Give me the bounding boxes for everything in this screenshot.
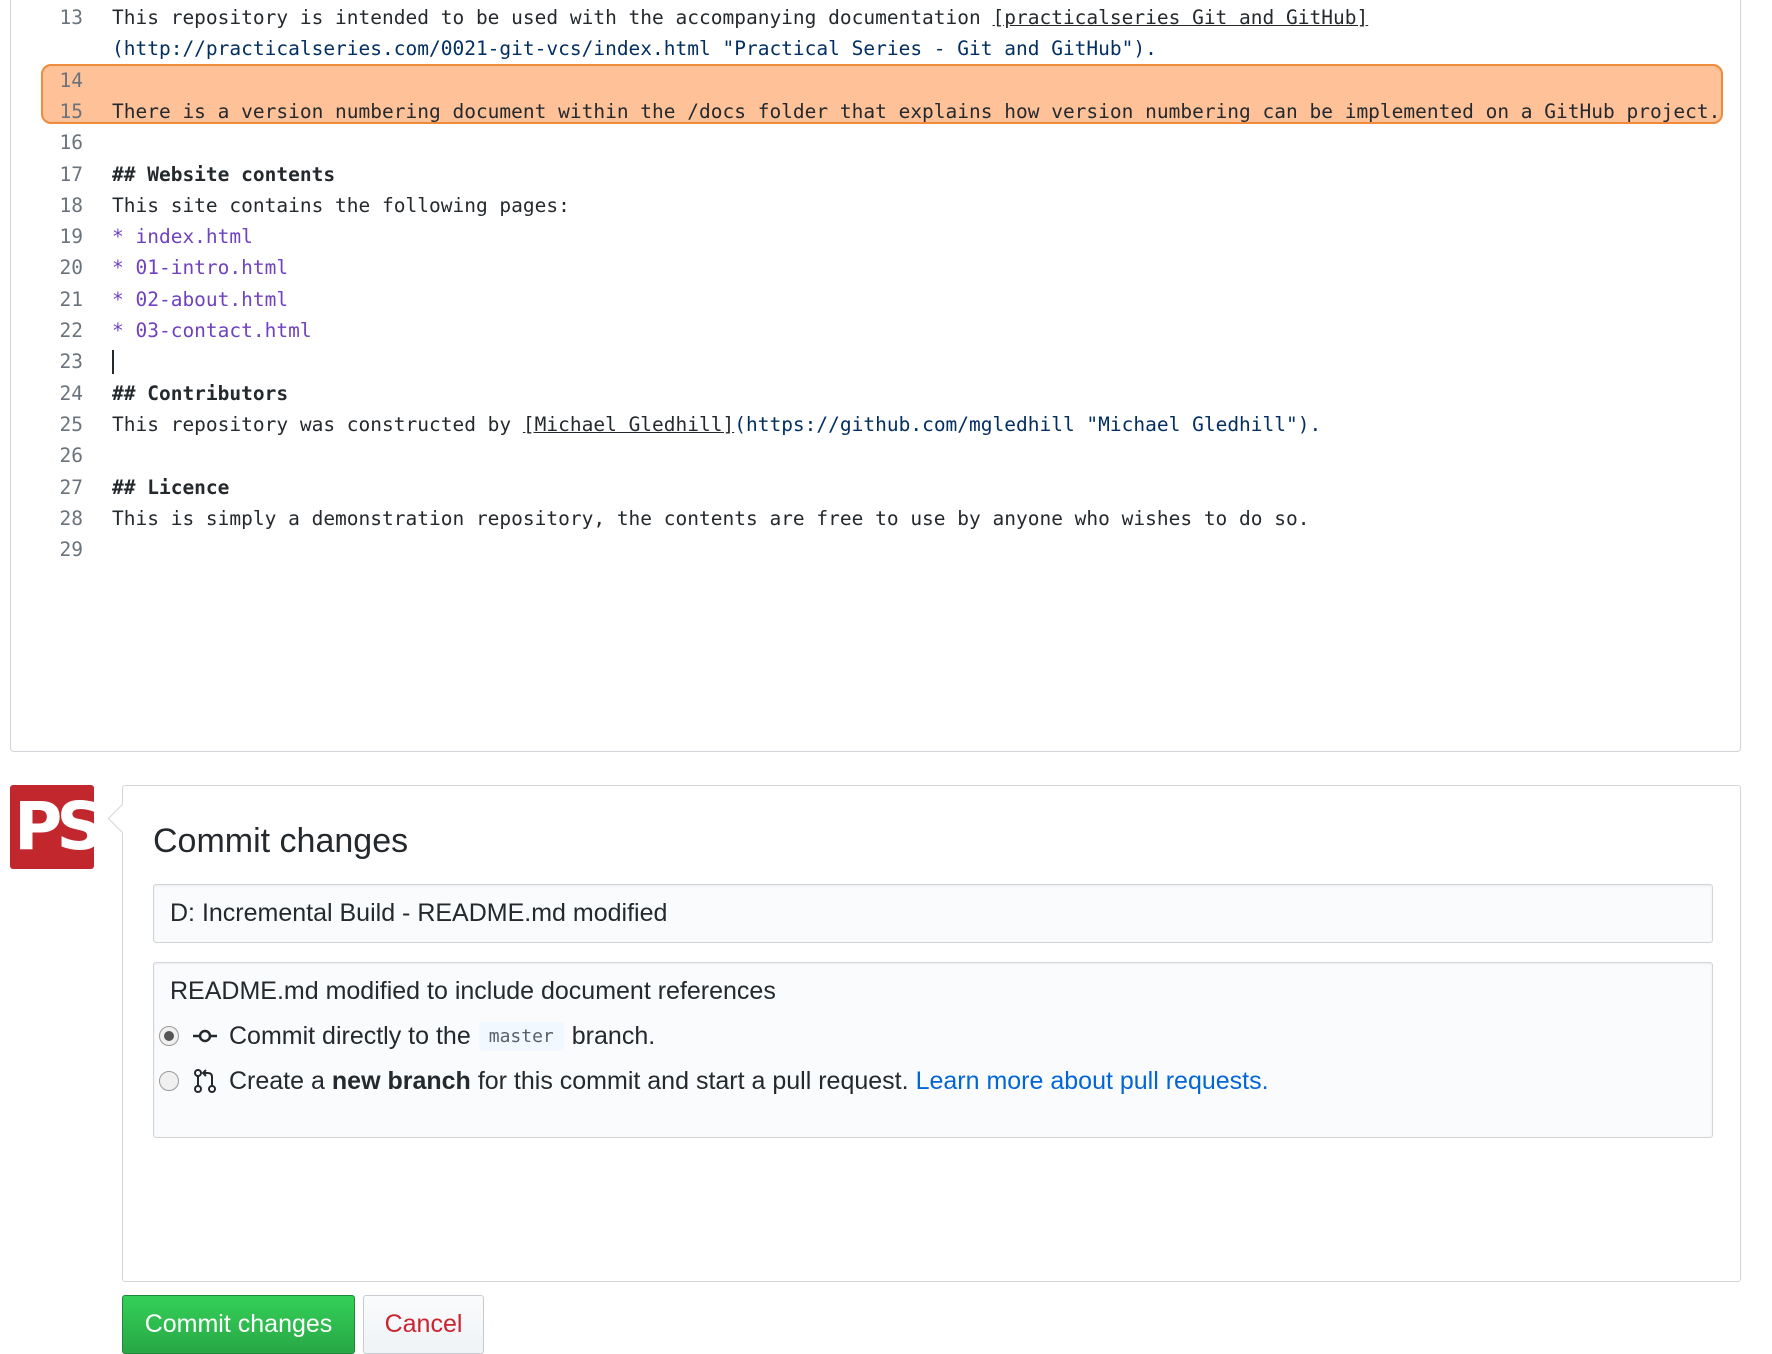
- learn-more-pull-requests-link[interactable]: Learn more about pull requests.: [916, 1067, 1269, 1096]
- new-branch-prefix: Create a: [229, 1066, 325, 1095]
- avatar: PS: [10, 785, 94, 869]
- commit-direct-label: Commit directly to the: [229, 1021, 471, 1050]
- commit-direct-radio[interactable]: [159, 1026, 179, 1046]
- code-line[interactable]: 17 ## Website contents: [11, 159, 1740, 190]
- code-segment: [practicalseries Git and GitHub]: [992, 6, 1369, 29]
- commit-direct-option[interactable]: Commit directly to the master branch.: [153, 1018, 655, 1054]
- code-segment: * index.html: [112, 225, 253, 249]
- code-line[interactable]: 14: [11, 65, 1740, 96]
- code-segment: (https://github.com/mgledhill "Michael G…: [734, 412, 1322, 436]
- line-number: 21: [59, 287, 83, 311]
- code-segment: * 03-contact.html: [112, 319, 312, 342]
- code-line[interactable]: 25 This repository was constructed by [Mi…: [11, 409, 1740, 440]
- panel-pointer: [107, 803, 138, 834]
- code-line[interactable]: 27 ## Licence: [11, 472, 1740, 503]
- code-line[interactable]: 29: [11, 534, 1740, 565]
- cancel-button[interactable]: Cancel: [363, 1295, 484, 1354]
- code-segment: [Michael Gledhill]: [522, 412, 735, 436]
- code-line[interactable]: 21 * 02-about.html: [11, 284, 1740, 315]
- line-content: ## Licence: [112, 472, 229, 503]
- line-number: 13: [59, 6, 83, 29]
- code-segment: * 02-about.html: [112, 287, 289, 311]
- line-number: 26: [59, 444, 83, 468]
- line-content: ## Website contents: [112, 159, 335, 190]
- commit-changes-button[interactable]: Commit changes: [122, 1295, 355, 1354]
- code-segment: * 01-intro.html: [112, 256, 289, 280]
- code-line[interactable]: 28 This is simply a demonstration reposit…: [11, 503, 1740, 534]
- line-content: This repository was constructed by [Mich…: [112, 409, 1321, 440]
- line-number: 16: [59, 131, 83, 155]
- code-segment: This repository is intended to be used w…: [112, 6, 993, 29]
- line-content: * 01-intro.html: [112, 252, 288, 283]
- code-segment: (http://practicalseries.com/0021-git-vcs…: [112, 37, 1157, 61]
- line-number: 28: [59, 506, 83, 530]
- code-line[interactable]: 19 * index.html: [11, 221, 1740, 252]
- line-content: ## Contributors: [112, 378, 288, 409]
- code-segment: ## Website contents: [112, 162, 336, 186]
- commit-panel: Commit changes README.md modified to inc…: [107, 785, 1741, 1282]
- code-segment: This is simply a demonstration repositor…: [112, 506, 1310, 530]
- code-line[interactable]: 16: [11, 127, 1740, 158]
- git-pull-request-icon: [194, 1069, 216, 1093]
- commit-summary-input[interactable]: [153, 884, 1713, 943]
- line-number: 18: [59, 193, 83, 217]
- code-segment: This repository was constructed by: [112, 412, 523, 436]
- code-segment: ## Contributors: [112, 381, 289, 405]
- branch-name-badge: master: [478, 1021, 564, 1051]
- code-line[interactable]: 13 This repository is intended to be used…: [11, 2, 1740, 33]
- code-line[interactable]: 24 ## Contributors: [11, 378, 1740, 409]
- line-number: 27: [59, 475, 83, 499]
- line-content: This is simply a demonstration repositor…: [112, 503, 1309, 534]
- new-branch-option[interactable]: Create a new branch for this commit and …: [153, 1063, 1269, 1099]
- code-editor[interactable]: 13 This repository is intended to be used…: [10, 0, 1741, 752]
- line-number: 29: [59, 538, 83, 562]
- code-line[interactable]: 22 * 03-contact.html: [11, 315, 1740, 346]
- code-segment: This site contains the following pages:: [112, 193, 570, 217]
- line-content: * 03-contact.html: [112, 315, 312, 346]
- git-commit-icon: [193, 1029, 217, 1043]
- code-segment: ## Licence: [112, 475, 230, 499]
- line-number: 20: [59, 256, 83, 280]
- line-content: (http://practicalseries.com/0021-git-vcs…: [112, 33, 1157, 64]
- code-line[interactable]: 23: [11, 346, 1740, 377]
- avatar-logo-text: PS: [14, 788, 94, 865]
- line-content: This repository is intended to be used w…: [112, 2, 1368, 33]
- line-content: * index.html: [112, 221, 253, 252]
- line-number: 19: [59, 225, 83, 249]
- new-branch-suffix: for this commit and start a pull request…: [477, 1066, 909, 1095]
- line-content: There is a version numbering document wi…: [112, 96, 1720, 127]
- new-branch-bold: new branch: [331, 1066, 471, 1095]
- commit-panel-title: Commit changes: [153, 822, 409, 860]
- line-content: This site contains the following pages:: [112, 190, 570, 221]
- code-line[interactable]: 26: [11, 440, 1740, 471]
- code-line[interactable]: (http://practicalseries.com/0021-git-vcs…: [11, 33, 1740, 64]
- line-number: 15: [59, 99, 83, 123]
- line-number: 23: [59, 350, 83, 374]
- code-line[interactable]: 15 There is a version numbering document …: [11, 96, 1740, 127]
- line-content: * 02-about.html: [112, 284, 288, 315]
- line-number: 17: [59, 162, 83, 186]
- code-line[interactable]: 18 This site contains the following pages…: [11, 190, 1740, 221]
- text-cursor: [112, 350, 114, 375]
- line-number: 24: [59, 381, 83, 405]
- new-branch-radio[interactable]: [159, 1071, 179, 1091]
- line-number: 25: [59, 412, 83, 436]
- commit-direct-suffix: branch.: [571, 1021, 656, 1050]
- code-line[interactable]: 20 * 01-intro.html: [11, 252, 1740, 283]
- code-segment: There is a version numbering document wi…: [112, 99, 1721, 123]
- line-number: 22: [59, 319, 83, 342]
- line-number: 14: [59, 68, 83, 92]
